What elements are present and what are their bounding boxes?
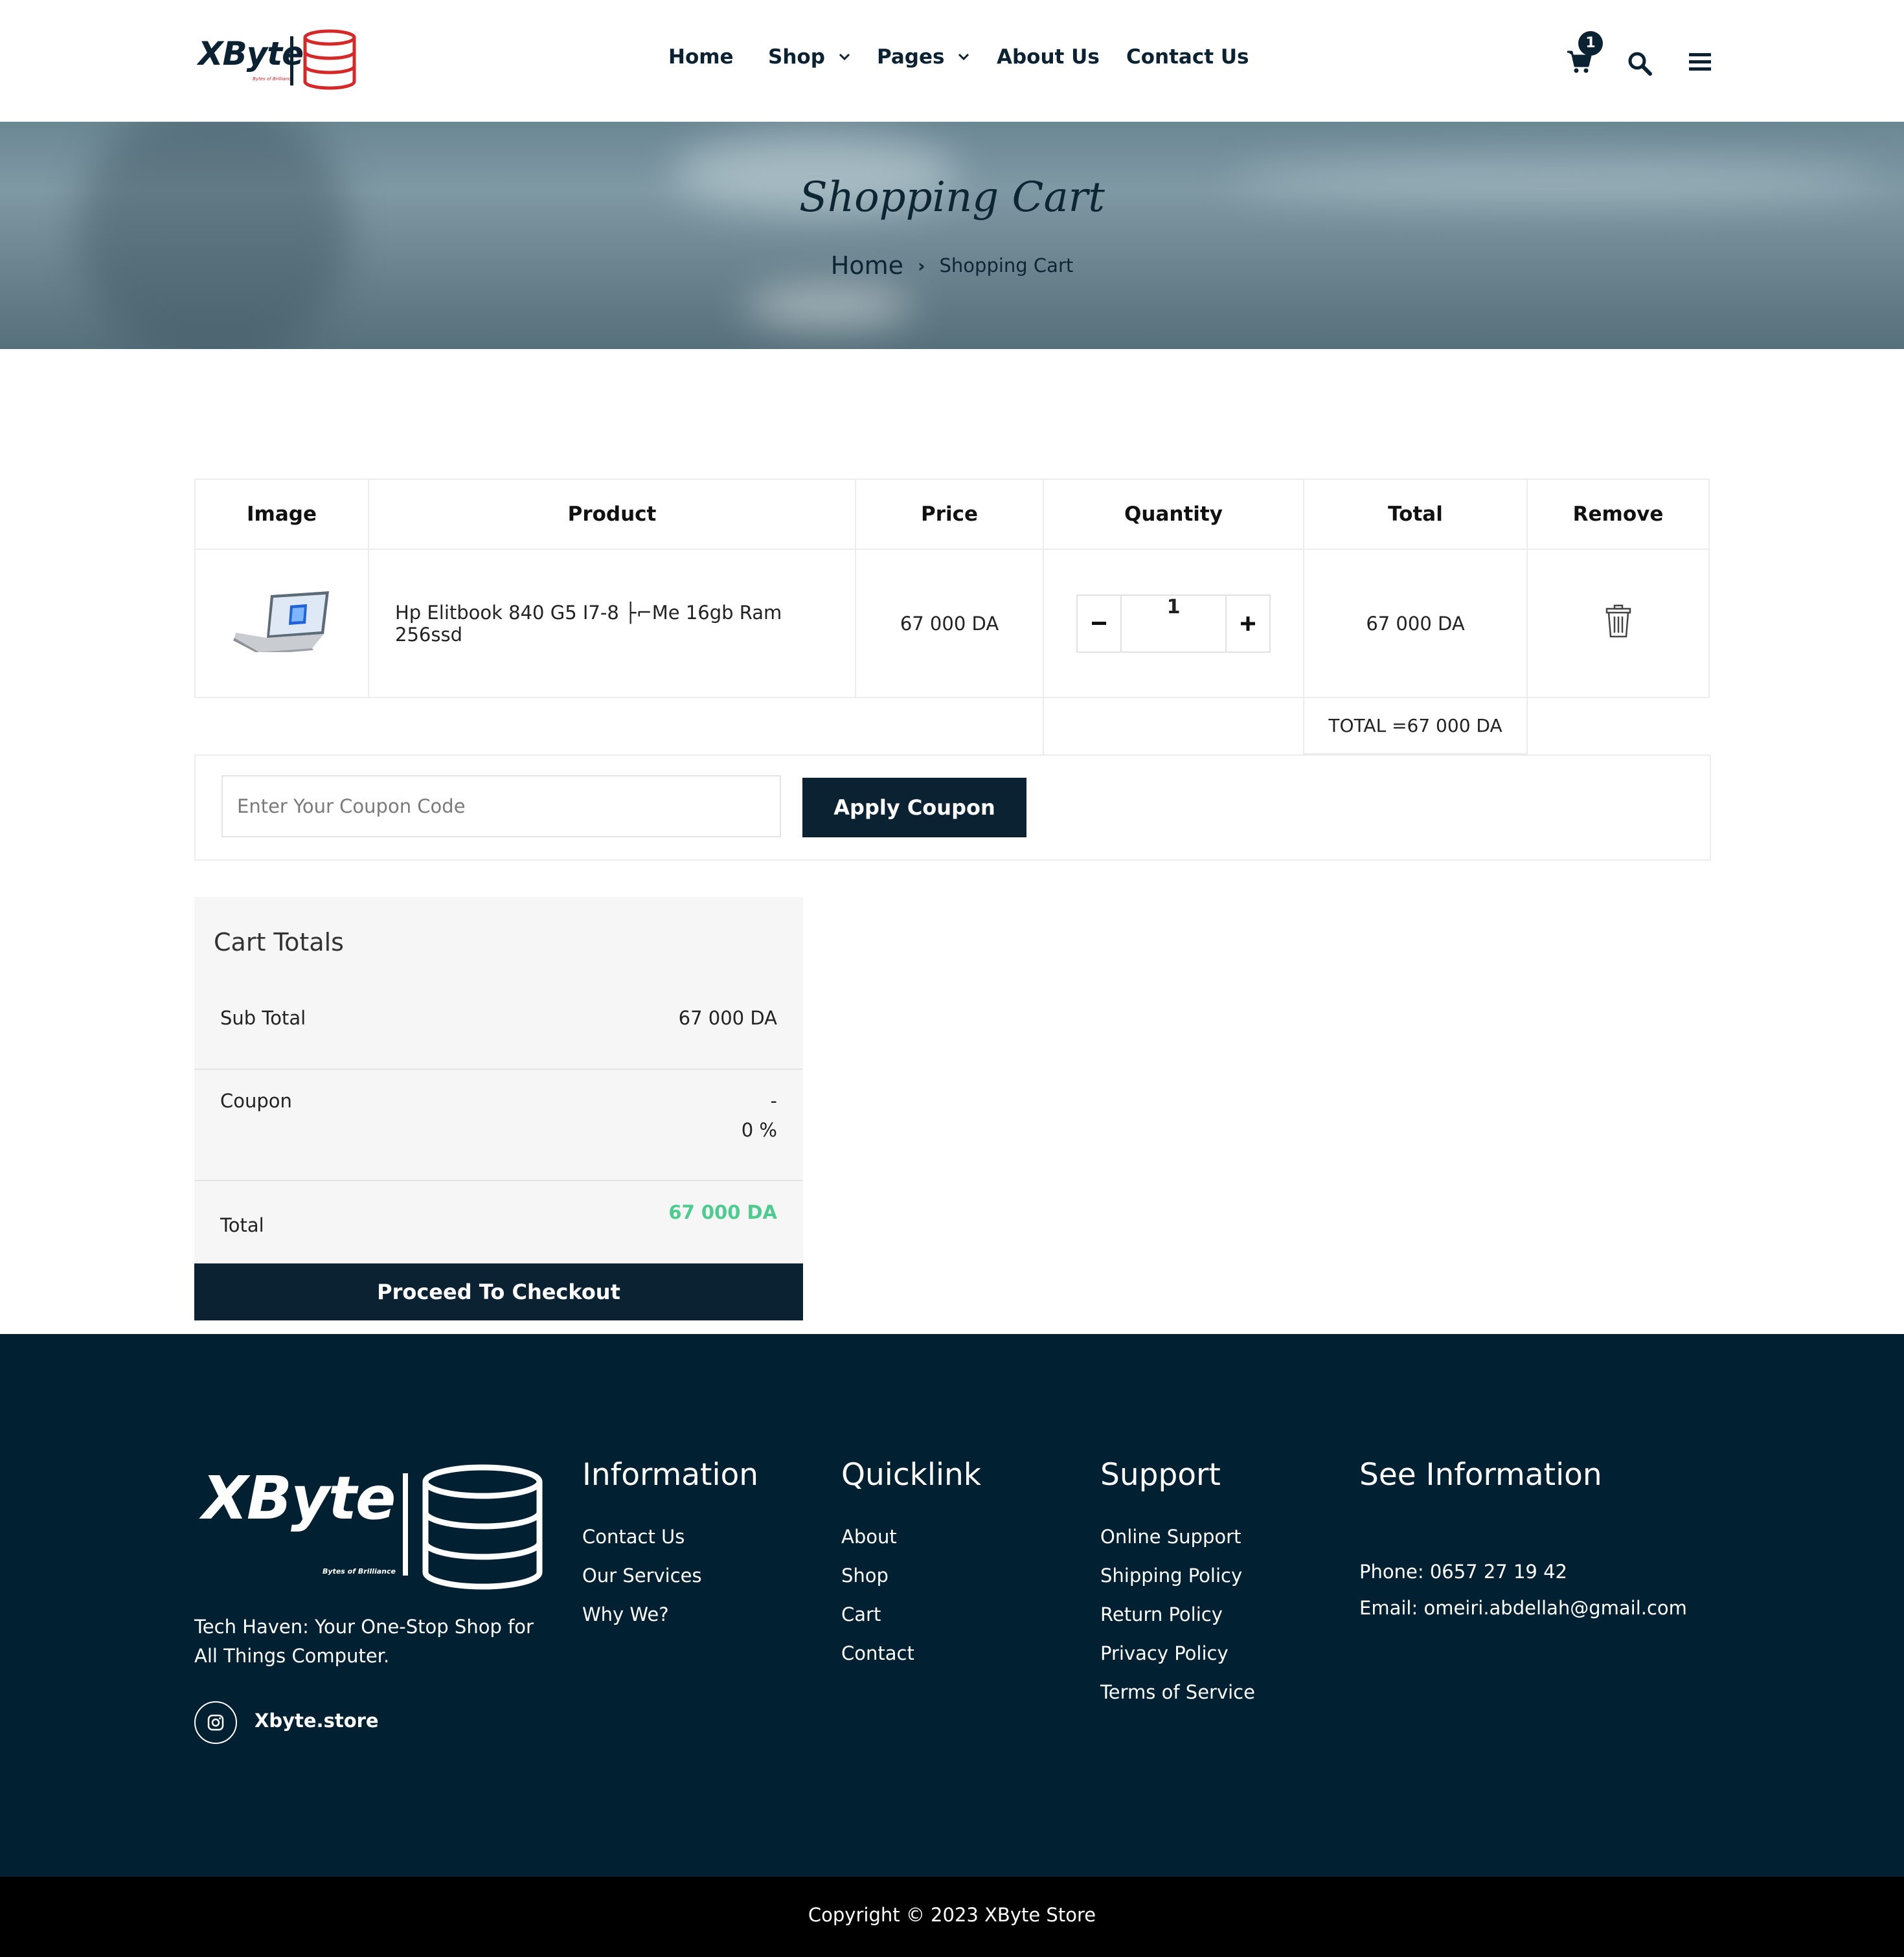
subtotal-label: Sub Total: [220, 1007, 306, 1029]
nav-about-us[interactable]: About Us: [997, 45, 1100, 69]
column-header: Total: [1303, 479, 1528, 550]
increase-quantity-button[interactable]: [1227, 595, 1269, 651]
quantity-cell: 1: [1043, 549, 1304, 698]
footer-col-title-information: Information: [582, 1457, 759, 1493]
breadcrumb-home-link[interactable]: Home: [831, 251, 903, 280]
footer-link[interactable]: Why We?: [582, 1603, 669, 1625]
hero-shadow: [78, 122, 350, 349]
footer-link[interactable]: About: [841, 1526, 897, 1548]
column-header: Remove: [1526, 479, 1710, 550]
empty-cell: [1043, 697, 1304, 754]
coupon-label: Coupon: [220, 1090, 292, 1112]
divider: [194, 1180, 803, 1181]
coupon-input[interactable]: [221, 775, 781, 837]
cart-totals-panel: Cart Totals Sub Total 67 000 DA Coupon -…: [194, 897, 803, 1263]
total-value: 67 000 DA: [668, 1201, 777, 1223]
site-header: XByte Bytes of Brilliance Home Shop Page…: [0, 0, 1904, 122]
footer-email[interactable]: Email: omeiri.abdellah@gmail.com: [1359, 1597, 1687, 1619]
column-header: Image: [194, 479, 369, 550]
footer-link[interactable]: Online Support: [1100, 1526, 1241, 1548]
instagram-handle[interactable]: Xbyte.store: [255, 1710, 379, 1732]
quantity-stepper: 1: [1076, 594, 1271, 653]
footer-col-title-quicklink: Quicklink: [841, 1457, 982, 1493]
database-icon: [422, 1464, 543, 1590]
coupon-section: Apply Coupon: [194, 754, 1711, 861]
breadcrumb-separator: ›: [917, 255, 925, 277]
total-label: Total: [220, 1214, 264, 1236]
product-image-cell: [194, 549, 369, 698]
instagram-link[interactable]: [194, 1701, 237, 1744]
copyright-text: Copyright © 2023 XByte Store: [808, 1904, 1096, 1926]
copyright-bar: Copyright © 2023 XByte Store: [0, 1877, 1904, 1957]
footer-logo-divider: [403, 1473, 408, 1576]
decrease-quantity-button[interactable]: [1078, 595, 1120, 651]
hero-highlight: [745, 287, 913, 326]
cart-count-badge: 1: [1578, 31, 1603, 56]
column-header: Price: [855, 479, 1044, 550]
footer-logo-tagline: Bytes of Brilliance: [323, 1567, 396, 1576]
nav-home[interactable]: Home: [668, 45, 734, 69]
coupon-percent: 0 %: [741, 1119, 777, 1141]
minus-icon: [1092, 621, 1106, 625]
page-title: Shopping Cart: [799, 174, 1105, 221]
empty-cell: [1526, 697, 1709, 754]
nav-pages-label: Pages: [877, 45, 945, 69]
nav-pages[interactable]: Pages: [877, 45, 969, 69]
column-header: Quantity: [1043, 479, 1304, 550]
product-price: 67 000 DA: [855, 549, 1044, 698]
nav-shop[interactable]: Shop: [768, 45, 850, 69]
footer-link[interactable]: Contact: [841, 1642, 914, 1664]
search-icon: [1628, 52, 1652, 76]
table-row-total: TOTAL =67 000 DA: [195, 697, 1709, 754]
footer-link[interactable]: Shop: [841, 1565, 889, 1587]
breadcrumb: Home › Shopping Cart: [0, 251, 1904, 280]
coupon-value: -: [770, 1090, 777, 1112]
instagram-icon: [207, 1714, 224, 1731]
site-footer: XByte Bytes of Brilliance Tech Haven: Yo…: [0, 1334, 1904, 1877]
footer-link[interactable]: Privacy Policy: [1100, 1642, 1229, 1664]
footer-link[interactable]: Return Policy: [1100, 1603, 1223, 1625]
footer-col-title-see-information: See Information: [1359, 1457, 1602, 1493]
column-header: Product: [368, 479, 856, 550]
menu-button[interactable]: [1689, 52, 1711, 76]
footer-description: Tech Haven: Your One-Stop Shop for All T…: [194, 1616, 534, 1667]
apply-coupon-button[interactable]: Apply Coupon: [802, 778, 1026, 837]
breadcrumb-current: Shopping Cart: [939, 255, 1074, 277]
quantity-value[interactable]: 1: [1120, 595, 1227, 651]
divider: [194, 1069, 803, 1070]
main-nav: Home Shop Pages About Us Contact Us: [0, 45, 1904, 78]
page-hero: Shopping Cart Home › Shopping Cart: [0, 122, 1904, 349]
grand-total: TOTAL =67 000 DA: [1303, 697, 1528, 754]
chevron-down-icon: [958, 53, 969, 61]
footer-link[interactable]: Terms of Service: [1100, 1681, 1255, 1703]
footer-link[interactable]: Cart: [841, 1603, 881, 1625]
line-total: 67 000 DA: [1303, 549, 1528, 698]
search-button[interactable]: [1627, 51, 1653, 80]
cart-totals-title: Cart Totals: [214, 928, 344, 956]
cart-table: Image Product Price Quantity Total Remov…: [194, 479, 1710, 754]
footer-col-title-support: Support: [1100, 1457, 1221, 1493]
laptop-icon[interactable]: [233, 590, 330, 655]
menu-icon: [1689, 53, 1711, 71]
table-row: Hp Elitbook 840 G5 I7-8 ├⌐Me 16gb Ram 25…: [194, 549, 1710, 698]
subtotal-value: 67 000 DA: [678, 1007, 777, 1029]
plus-icon: [1241, 616, 1255, 631]
empty-cell: [195, 697, 1044, 754]
footer-link[interactable]: Our Services: [582, 1565, 702, 1587]
nav-contact-us[interactable]: Contact Us: [1126, 45, 1249, 69]
trash-icon[interactable]: [1605, 604, 1631, 638]
cart-table-header: Image Product Price Quantity Total Remov…: [194, 479, 1710, 550]
footer-logo-wordmark: XByte: [202, 1464, 396, 1533]
nav-shop-label: Shop: [768, 45, 825, 69]
proceed-to-checkout-button[interactable]: Proceed To Checkout: [194, 1263, 803, 1320]
footer-link[interactable]: Shipping Policy: [1100, 1565, 1242, 1587]
chevron-down-icon: [839, 53, 850, 61]
footer-link[interactable]: Contact Us: [582, 1526, 685, 1548]
product-name[interactable]: Hp Elitbook 840 G5 I7-8 ├⌐Me 16gb Ram 25…: [368, 549, 856, 698]
remove-cell: [1526, 549, 1710, 698]
footer-phone: Phone: 0657 27 19 42: [1359, 1561, 1567, 1583]
